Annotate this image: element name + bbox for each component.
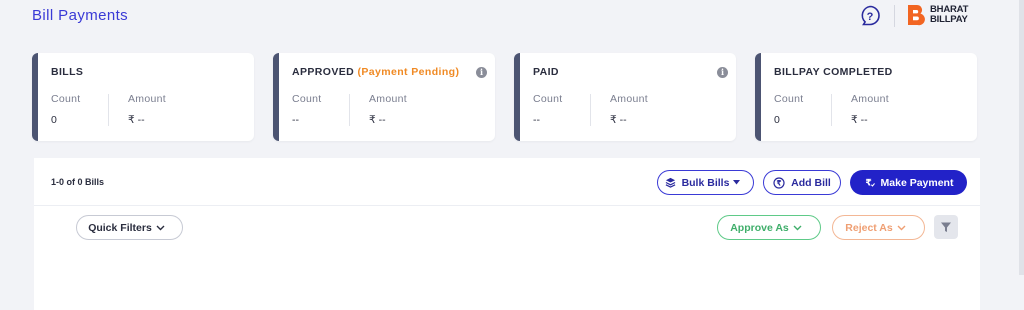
amount-stat: Amount ₹ -- — [851, 93, 889, 126]
amount-stat: Amount ₹ -- — [369, 93, 407, 126]
bill-count: 1-0 of 0 Bills — [51, 177, 105, 187]
amount-value: ₹ -- — [851, 114, 868, 126]
brand-text: BHARAT BILLPAY — [930, 5, 968, 25]
stat-divider — [831, 94, 832, 126]
stat-divider — [590, 94, 591, 126]
amount-value: ₹ -- — [369, 114, 386, 126]
stat-divider — [108, 94, 109, 126]
bills-panel: 1-0 of 0 Bills Bulk Bills ₹ Add Bill ₹ M… — [34, 158, 980, 310]
count-label: Count — [774, 93, 804, 105]
quick-filters-button[interactable]: Quick Filters — [76, 215, 183, 240]
help-icon[interactable]: ? — [859, 5, 881, 27]
bulk-bills-button[interactable]: Bulk Bills — [657, 170, 754, 195]
count-stat: Count -- — [533, 93, 563, 126]
add-bill-button[interactable]: ₹ Add Bill — [763, 170, 841, 195]
reject-as-label: Reject As — [845, 221, 893, 234]
brand-divider — [894, 5, 895, 27]
rupee-pay-icon: ₹ — [865, 178, 875, 188]
card-title: PAID — [533, 66, 559, 78]
paid-card: PAID i Count -- Amount ₹ -- — [514, 53, 736, 141]
card-title: BILLS — [51, 66, 84, 78]
amount-stat: Amount ₹ -- — [128, 93, 166, 126]
layers-icon — [665, 177, 675, 188]
filter-button[interactable] — [934, 215, 958, 239]
bharat-billpay-logo: BHARAT BILLPAY — [906, 4, 968, 26]
amount-label: Amount — [369, 93, 407, 105]
scrollbar[interactable] — [1019, 0, 1024, 275]
amount-value: ₹ -- — [610, 114, 627, 126]
add-bill-label: Add Bill — [791, 176, 831, 189]
count-value: -- — [292, 114, 299, 126]
payment-pending-label: (Payment Pending) — [357, 66, 460, 78]
bharat-billpay-b-icon — [908, 4, 925, 26]
approve-as-button[interactable]: Approve As — [717, 215, 821, 240]
count-stat: Count 0 — [774, 93, 804, 126]
count-value: 0 — [774, 114, 780, 126]
count-label: Count — [533, 93, 563, 105]
filter-icon — [941, 222, 951, 232]
stat-divider — [349, 94, 350, 126]
amount-stat: Amount ₹ -- — [610, 93, 648, 126]
brand-line-2: BILLPAY — [930, 14, 968, 25]
approved-card: APPROVED (Payment Pending) i Count -- Am… — [273, 53, 495, 141]
svg-text:₹: ₹ — [777, 178, 782, 187]
reject-as-button[interactable]: Reject As — [832, 215, 925, 240]
svg-text:₹: ₹ — [865, 178, 871, 188]
make-payment-label: Make Payment — [880, 176, 954, 189]
chevron-down-icon — [793, 225, 802, 230]
svg-text:?: ? — [867, 11, 874, 23]
card-title: BILLPAY COMPLETED — [774, 66, 893, 78]
card-title: APPROVED (Payment Pending) — [292, 66, 459, 78]
rupee-circle-icon: ₹ — [773, 176, 785, 189]
count-value: 0 — [51, 114, 57, 126]
panel-divider — [34, 205, 980, 206]
billpay-completed-card: BILLPAY COMPLETED Count 0 Amount ₹ -- — [755, 53, 977, 141]
info-icon[interactable]: i — [476, 67, 487, 78]
chevron-down-icon — [156, 225, 165, 230]
approve-as-label: Approve As — [730, 221, 789, 234]
count-stat: Count 0 — [51, 93, 81, 126]
page-title: Bill Payments — [32, 7, 129, 24]
summary-cards: BILLS Count 0 Amount ₹ -- APPROVED (Paym… — [32, 53, 977, 141]
count-label: Count — [51, 93, 81, 105]
make-payment-button[interactable]: ₹ Make Payment — [850, 170, 967, 195]
card-title-main: APPROVED — [292, 66, 355, 78]
count-stat: Count -- — [292, 93, 322, 126]
amount-label: Amount — [851, 93, 889, 105]
bills-card: BILLS Count 0 Amount ₹ -- — [32, 53, 254, 141]
count-label: Count — [292, 93, 322, 105]
amount-label: Amount — [128, 93, 166, 105]
count-value: -- — [533, 114, 540, 126]
quick-filters-label: Quick Filters — [88, 221, 152, 234]
amount-value: ₹ -- — [128, 114, 145, 126]
info-icon[interactable]: i — [717, 67, 728, 78]
chevron-down-icon — [897, 225, 906, 230]
caret-down-icon — [733, 180, 741, 185]
amount-label: Amount — [610, 93, 648, 105]
bulk-bills-label: Bulk Bills — [681, 176, 730, 189]
